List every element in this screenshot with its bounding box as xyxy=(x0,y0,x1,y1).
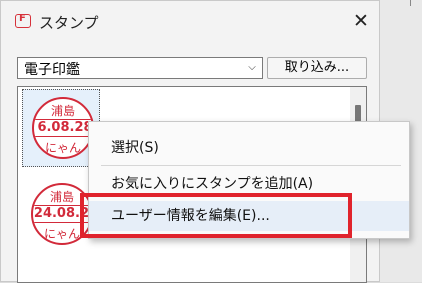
stamp-nick: にゃん xyxy=(44,141,81,155)
import-button[interactable]: 取り込み... xyxy=(267,57,367,79)
background-edge xyxy=(410,0,422,6)
close-icon[interactable]: ✕ xyxy=(349,9,373,33)
app-logo-icon xyxy=(15,13,31,28)
stamp-date: 6.08.28 xyxy=(34,119,92,137)
menu-item-select[interactable]: 選択(S) xyxy=(89,133,409,163)
select-value: 電子印鑑 xyxy=(24,62,80,78)
chevron-down-icon[interactable]: ⌵ xyxy=(244,58,260,78)
stamp-name: 浦島 xyxy=(50,104,75,118)
window-title: スタンプ xyxy=(39,14,99,32)
menu-separator xyxy=(101,165,401,166)
highlight-annotation-box xyxy=(80,193,352,238)
date-stamp[interactable]: 浦島 6.08.28 にゃん xyxy=(32,97,94,159)
title-bar: スタンプ ✕ xyxy=(1,1,379,43)
stamp-category-select[interactable]: 電子印鑑 ⌵ xyxy=(17,57,263,79)
